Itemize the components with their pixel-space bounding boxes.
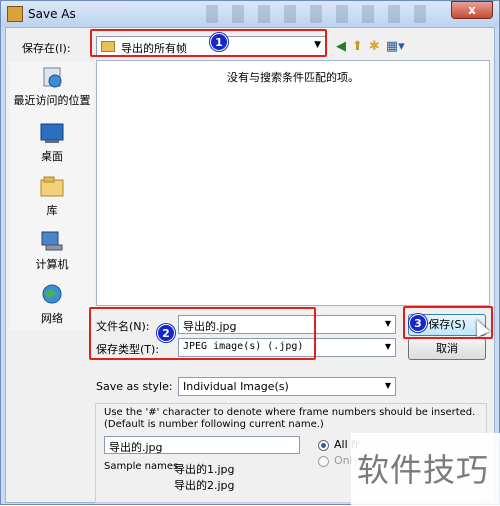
- watermark: 软件技巧: [351, 433, 500, 506]
- desktop-icon: [40, 123, 64, 143]
- sample-name-1: 导出的1.jpg: [174, 463, 235, 476]
- close-button[interactable]: x: [451, 1, 493, 19]
- save-in-label: 保存在(I):: [22, 42, 71, 55]
- background-toolbar: [206, 5, 436, 23]
- nav-toolbar: ◀ ⬆ ✱ ▦▾: [336, 36, 405, 57]
- recent-places-icon: [43, 67, 62, 88]
- window-title: Save As: [28, 7, 76, 21]
- place-recent[interactable]: 最近访问的位置: [10, 66, 94, 108]
- up-folder-icon[interactable]: ⬆: [352, 39, 363, 54]
- watermark-text: 软件技巧: [357, 451, 490, 489]
- hint-line-1: Use the '#' character to denote where fr…: [104, 407, 476, 418]
- libraries-icon: [40, 176, 64, 197]
- chevron-down-icon[interactable]: ▼: [385, 319, 391, 328]
- frame-name-input[interactable]: 导出的.jpg: [104, 436, 300, 454]
- file-list[interactable]: 没有与搜索条件匹配的项。: [96, 60, 490, 306]
- save-style-dropdown[interactable]: Individual Image(s) ▼: [178, 377, 396, 396]
- title-bar[interactable]: Save As x: [1, 1, 499, 27]
- places-bar: 最近访问的位置 桌面 库 计算机 网络: [10, 62, 94, 330]
- highlight-box-2: [89, 307, 316, 360]
- sample-names-label: Sample names:: [104, 461, 182, 472]
- back-icon[interactable]: ◀: [336, 39, 346, 54]
- network-icon: [42, 284, 62, 304]
- computer-icon: [41, 231, 63, 251]
- empty-message: 没有与搜索条件匹配的项。: [227, 71, 359, 84]
- place-network[interactable]: 网络: [10, 284, 94, 326]
- place-label: 计算机: [35, 258, 69, 271]
- place-computer[interactable]: 计算机: [10, 230, 94, 272]
- save-style-value: Individual Image(s): [183, 380, 289, 393]
- new-folder-icon[interactable]: ✱: [369, 39, 380, 54]
- chevron-down-icon[interactable]: ▼: [385, 342, 391, 351]
- save-style-label: Save as style:: [96, 380, 173, 393]
- place-desktop[interactable]: 桌面: [10, 122, 94, 164]
- highlight-box-1: [90, 29, 327, 57]
- hint-line-2: (Default is number following current nam…: [104, 419, 324, 430]
- place-label: 最近访问的位置: [13, 94, 91, 107]
- save-as-dialog: Save As x 保存在(I): 导出的所有帧 ▼ ◀ ⬆ ✱ ▦▾ 最近访问…: [0, 0, 500, 506]
- app-icon: [7, 6, 23, 22]
- place-label: 网络: [41, 312, 63, 325]
- place-label: 桌面: [41, 150, 63, 163]
- annotation-badge-3: 3: [409, 314, 427, 332]
- annotation-badge-1: 1: [210, 33, 228, 51]
- cancel-button[interactable]: 取消: [408, 338, 486, 360]
- annotation-badge-2: 2: [157, 324, 175, 342]
- all-frames-radio[interactable]: [318, 440, 329, 451]
- sample-name-2: 导出的2.jpg: [174, 479, 235, 492]
- place-libraries[interactable]: 库: [10, 176, 94, 218]
- view-menu-icon[interactable]: ▦▾: [386, 39, 405, 54]
- chevron-down-icon[interactable]: ▼: [385, 381, 391, 390]
- only-radio[interactable]: [318, 456, 329, 467]
- frame-name-value: 导出的.jpg: [109, 441, 163, 454]
- place-label: 库: [46, 204, 58, 217]
